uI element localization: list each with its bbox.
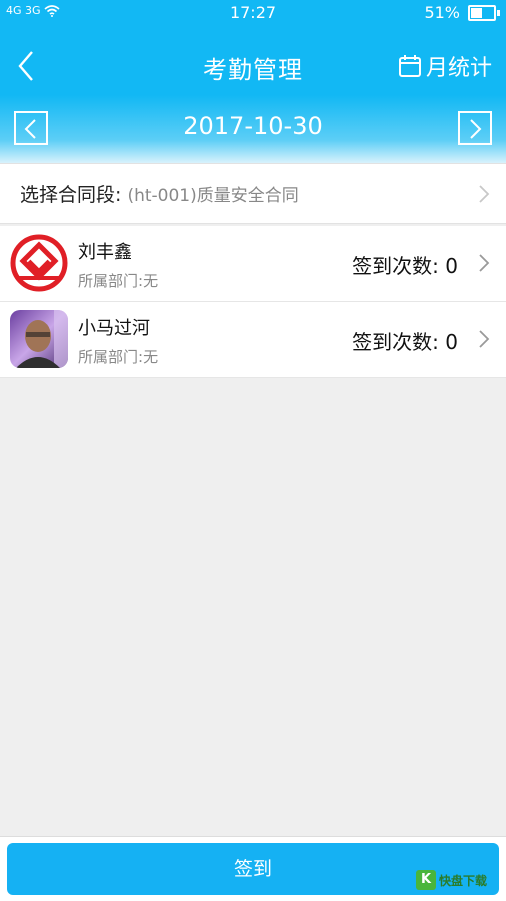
current-date: 2017-10-30 xyxy=(183,112,323,140)
company-logo-icon xyxy=(10,234,68,292)
contract-selector[interactable]: 选择合同段: (ht-001)质量安全合同 xyxy=(0,163,506,224)
chevron-right-icon xyxy=(479,330,490,348)
signin-count-value: 0 xyxy=(445,330,458,354)
contract-label: 选择合同段: xyxy=(20,184,122,206)
status-bar: 4G 3G 17:27 51% xyxy=(0,0,506,26)
watermark-text: 快盘下载 xyxy=(439,873,488,888)
battery-icon xyxy=(468,4,500,21)
signin-count: 签到次数: 0 xyxy=(352,326,458,355)
department-label: 所属部门: xyxy=(78,348,144,366)
watermark-logo-icon: K xyxy=(416,870,436,890)
battery-text: 51% xyxy=(424,3,460,22)
top-header-area: 4G 3G 17:27 51% 考勤管理 月统计 2017-10-30 xyxy=(0,0,506,163)
signin-count-label: 签到次数: xyxy=(352,254,439,278)
member-department: 所属部门:无 xyxy=(78,270,158,291)
department-value: 无 xyxy=(143,348,159,366)
battery-status: 51% xyxy=(424,3,500,22)
member-department: 所属部门:无 xyxy=(78,346,158,367)
signin-count: 签到次数: 0 xyxy=(352,250,458,279)
contract-value: (ht-001)质量安全合同 xyxy=(127,186,299,206)
avatar xyxy=(10,310,68,368)
chevron-right-icon xyxy=(479,254,490,272)
avatar xyxy=(10,234,68,292)
department-label: 所属部门: xyxy=(78,272,144,290)
signin-count-label: 签到次数: xyxy=(352,330,439,354)
member-row[interactable]: 刘丰鑫 所属部门:无 签到次数: 0 xyxy=(0,226,506,302)
member-name: 小马过河 xyxy=(78,318,150,339)
user-photo-icon xyxy=(10,310,68,368)
department-value: 无 xyxy=(143,272,159,290)
date-navigator: 2017-10-30 xyxy=(0,108,506,152)
next-date-button[interactable] xyxy=(458,111,492,145)
month-stat-label: 月统计 xyxy=(425,56,492,81)
signin-count-value: 0 xyxy=(445,254,458,278)
month-stat-button[interactable]: 月统计 xyxy=(398,50,492,82)
member-row[interactable]: 小马过河 所属部门:无 签到次数: 0 xyxy=(0,302,506,378)
chevron-right-icon xyxy=(479,185,490,203)
nav-bar: 考勤管理 月统计 xyxy=(0,40,506,92)
chevron-right-icon xyxy=(470,119,482,139)
contract-label-group: 选择合同段: (ht-001)质量安全合同 xyxy=(20,180,299,207)
calendar-icon xyxy=(398,55,421,77)
member-name: 刘丰鑫 xyxy=(78,242,132,263)
watermark: K 快盘下载 xyxy=(416,866,500,894)
